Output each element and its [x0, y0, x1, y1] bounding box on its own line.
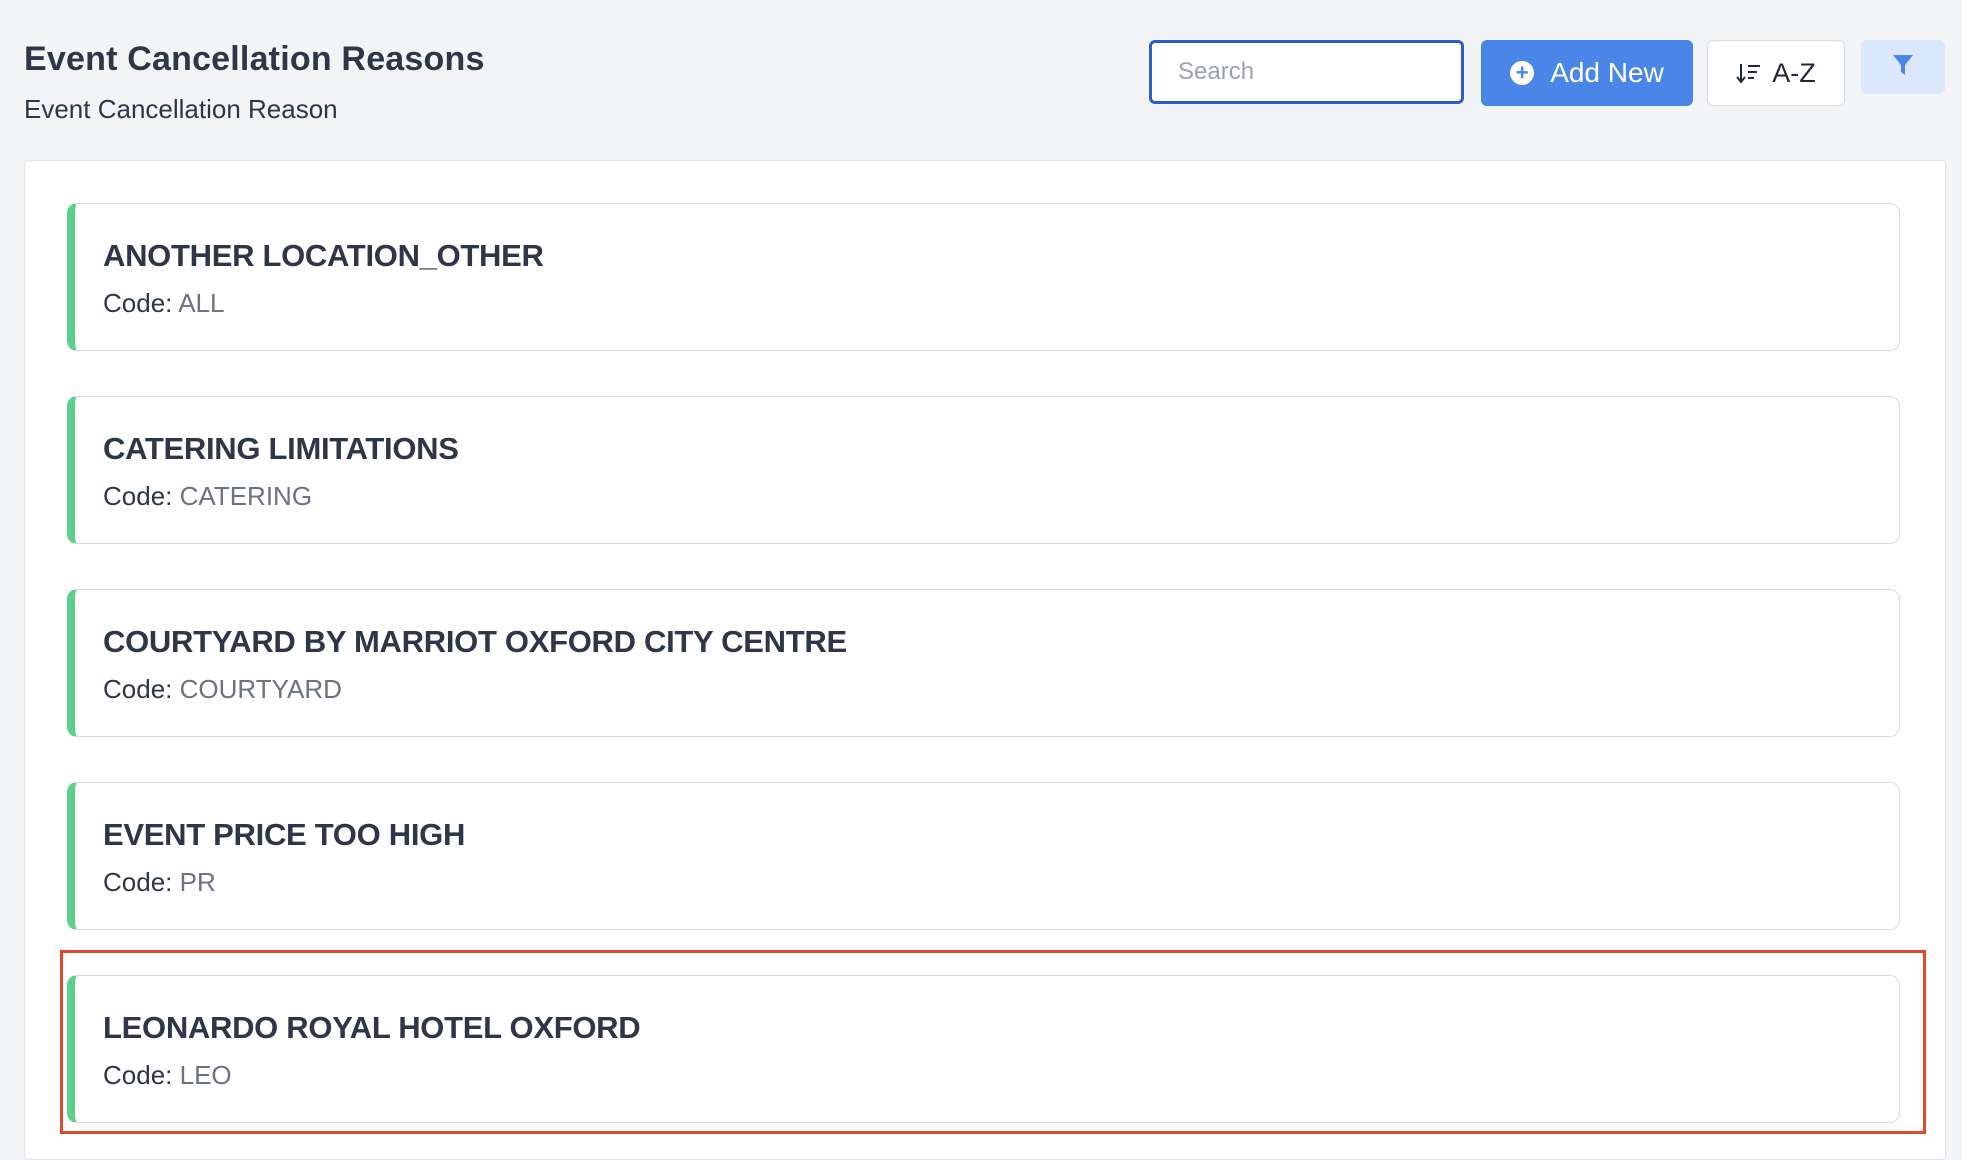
code-label: Code:	[103, 481, 173, 511]
item-name: LEONARDO ROYAL HOTEL OXFORD	[103, 1010, 641, 1045]
list-item[interactable]: EVENT PRICE TOO HIGH Code: PR	[67, 782, 1900, 930]
code-label: Code:	[103, 674, 173, 704]
page-header: Event Cancellation Reasons Event Cancell…	[0, 0, 1962, 160]
code-value: CATERING	[179, 481, 313, 511]
sort-descending-icon	[1736, 62, 1762, 84]
code-value: COURTYARD	[179, 674, 342, 704]
plus-circle-icon: +	[1510, 61, 1535, 85]
code-value: LEO	[179, 1060, 232, 1090]
list-item[interactable]: LEONARDO ROYAL HOTEL OXFORD Code: LEO	[67, 975, 1900, 1123]
add-new-button[interactable]: + Add New	[1481, 40, 1693, 106]
search-input[interactable]	[1149, 40, 1464, 104]
item-code-line: Code: PR	[103, 867, 216, 898]
item-name: COURTYARD BY MARRIOT OXFORD CITY CENTRE	[103, 624, 847, 659]
code-label: Code:	[103, 867, 173, 897]
code-label: Code:	[103, 1060, 173, 1090]
code-value: PR	[179, 867, 216, 897]
list-item[interactable]: COURTYARD BY MARRIOT OXFORD CITY CENTRE …	[67, 589, 1900, 737]
item-code-line: Code: COURTYARD	[103, 674, 342, 705]
reasons-list-panel: ANOTHER LOCATION_OTHER Code: ALL CATERIN…	[24, 160, 1946, 1160]
page-subtitle: Event Cancellation Reason	[24, 94, 338, 124]
code-value: ALL	[178, 288, 225, 318]
sort-label: A-Z	[1772, 57, 1816, 88]
item-code-line: Code: LEO	[103, 1060, 232, 1091]
item-name: EVENT PRICE TOO HIGH	[103, 817, 466, 852]
list-item[interactable]: CATERING LIMITATIONS Code: CATERING	[67, 396, 1900, 544]
list-item[interactable]: ANOTHER LOCATION_OTHER Code: ALL	[67, 203, 1900, 351]
filter-button[interactable]	[1861, 40, 1945, 94]
filter-icon	[1892, 53, 1914, 82]
sort-button[interactable]: A-Z	[1707, 40, 1845, 106]
item-name: CATERING LIMITATIONS	[103, 431, 459, 466]
item-name: ANOTHER LOCATION_OTHER	[103, 238, 544, 273]
code-label: Code:	[103, 288, 173, 318]
item-code-line: Code: ALL	[103, 288, 224, 319]
add-new-label: Add New	[1550, 57, 1664, 88]
item-code-line: Code: CATERING	[103, 481, 312, 512]
page-title: Event Cancellation Reasons	[24, 40, 485, 78]
